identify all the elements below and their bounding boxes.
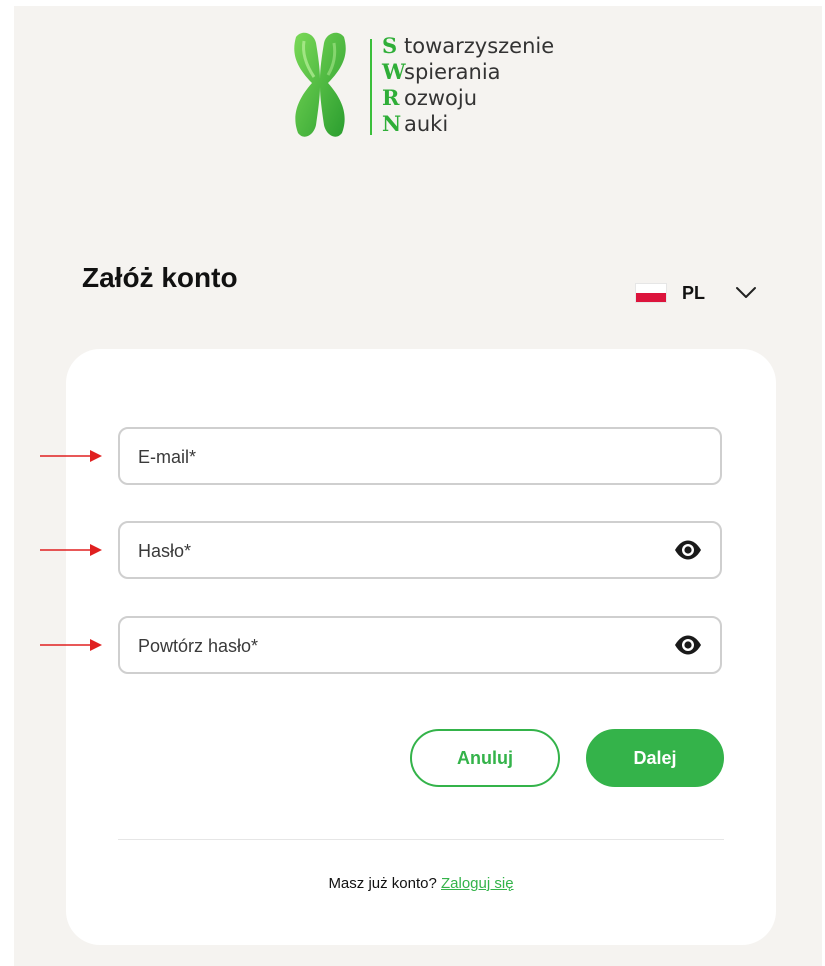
logo-line-4: Nauki xyxy=(382,111,554,137)
repeat-password-input[interactable] xyxy=(136,618,660,674)
password-field xyxy=(118,521,722,579)
repeat-password-field xyxy=(118,616,722,674)
chevron-down-icon xyxy=(736,287,757,298)
logo-line-3: Rozwoju xyxy=(382,85,554,111)
chromosome-icon xyxy=(294,32,346,137)
logo-initial: N xyxy=(382,111,402,136)
email-input[interactable] xyxy=(136,429,660,485)
login-link[interactable]: Zaloguj się xyxy=(441,875,514,892)
annotation-arrow-icon xyxy=(40,544,102,556)
logo-line-2: Wspierania xyxy=(382,59,554,85)
language-code: PL xyxy=(682,282,706,303)
cancel-button[interactable]: Anuluj xyxy=(410,729,560,787)
logo-word: spierania xyxy=(404,60,501,84)
eye-icon[interactable] xyxy=(674,634,702,656)
page-background: Stowarzyszenie Wspierania Rozwoju Nauki … xyxy=(14,6,822,966)
annotation-arrow-icon xyxy=(40,450,102,462)
language-selector[interactable]: PL xyxy=(636,278,757,308)
logo-initial: R xyxy=(382,85,400,110)
password-input[interactable] xyxy=(136,523,660,579)
divider xyxy=(118,839,724,840)
next-button[interactable]: Dalej xyxy=(586,729,724,787)
logo-word: ozwoju xyxy=(404,86,478,110)
logo-initial: W xyxy=(382,59,406,84)
page-title: Załóż konto xyxy=(82,262,238,293)
logo-initial: S xyxy=(382,33,398,58)
registration-card: Anuluj Dalej Masz już konto? Zaloguj się xyxy=(66,349,776,945)
logo-wordmark: Stowarzyszenie Wspierania Rozwoju Nauki xyxy=(382,33,554,137)
logo-line-1: Stowarzyszenie xyxy=(382,33,554,59)
email-field xyxy=(118,427,722,485)
logo-word: towarzyszenie xyxy=(404,34,555,58)
login-prompt: Masz już konto? Zaloguj się xyxy=(66,875,776,892)
association-logo: Stowarzyszenie Wspierania Rozwoju Nauki xyxy=(290,31,590,141)
login-prompt-text: Masz już konto? xyxy=(328,875,437,892)
logo-word: auki xyxy=(404,112,449,136)
logo-divider xyxy=(370,39,372,135)
annotation-arrow-icon xyxy=(40,639,102,651)
poland-flag-icon xyxy=(636,284,666,302)
eye-icon[interactable] xyxy=(674,539,702,561)
